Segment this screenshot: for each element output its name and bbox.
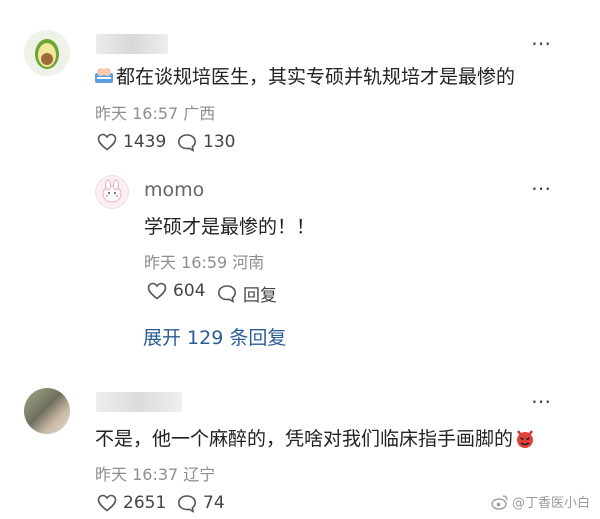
reply-username[interactable]: momo — [144, 179, 204, 201]
comment-location: 辽宁 — [183, 465, 216, 484]
heart-icon — [97, 494, 117, 512]
reply-like-count: 604 — [173, 281, 206, 301]
avatar-avocado[interactable] — [24, 30, 70, 76]
comment-button[interactable]: 74 — [177, 493, 225, 513]
comment-time: 昨天 16:57 — [95, 104, 179, 123]
avocado-icon — [35, 39, 59, 69]
watermark-text: @丁香医小白 — [512, 496, 591, 511]
comment-button[interactable]: 130 — [177, 132, 235, 152]
reply-more-options-icon[interactable]: ⋯ — [531, 178, 552, 198]
devil-emoji-icon — [514, 427, 536, 449]
comment-bubble-icon — [217, 285, 237, 303]
like-count: 2651 — [123, 493, 167, 513]
avatar-blurred[interactable] — [24, 388, 70, 434]
more-options-icon[interactable]: ⋯ — [531, 391, 552, 411]
comment-meta: 昨天 16:57 广西 — [95, 100, 215, 124]
comment-count: 130 — [203, 132, 236, 152]
comment-bubble-icon — [177, 133, 197, 152]
bunny-avatar-icon — [102, 179, 122, 203]
reply-text: 学硕才是最惨的！！ — [144, 216, 316, 238]
comment-bubble-icon — [177, 494, 197, 513]
comment-text: 都在谈规培医生，其实专硕并轨规培才是最惨的 — [116, 66, 516, 88]
comment-location: 广西 — [183, 104, 216, 123]
comment-meta: 昨天 16:37 辽宁 — [95, 461, 215, 485]
like-count: 1439 — [123, 132, 167, 152]
reply-reply-button[interactable]: 回复 — [217, 281, 277, 306]
like-button[interactable]: 2651 — [97, 493, 166, 513]
comment-text: 不是，他一个麻醉的，凭啥对我们临床指手画脚的 — [95, 424, 536, 451]
like-button[interactable]: 1439 — [97, 132, 166, 152]
username-blurred[interactable] — [96, 34, 168, 54]
weibo-logo-icon — [491, 494, 508, 510]
reply-reply-label: 回复 — [243, 286, 277, 306]
comment-time: 昨天 16:37 — [95, 465, 179, 484]
username-blurred[interactable] — [96, 392, 182, 412]
comment-count: 74 — [203, 493, 225, 513]
reply-time: 昨天 16:59 — [144, 253, 228, 272]
reply-location: 河南 — [232, 253, 265, 272]
watermark: @丁香医小白 — [491, 492, 590, 511]
reply-like-button[interactable]: 604 — [147, 281, 205, 301]
expand-replies-link[interactable]: 展开 129 条回复 — [143, 323, 286, 350]
heart-icon — [147, 282, 167, 300]
emoji-sticker-icon — [94, 64, 114, 84]
more-options-icon[interactable]: ⋯ — [531, 33, 552, 53]
reply-meta: 昨天 16:59 河南 — [144, 249, 264, 273]
avatar-momo[interactable] — [95, 175, 129, 209]
heart-icon — [97, 133, 117, 151]
